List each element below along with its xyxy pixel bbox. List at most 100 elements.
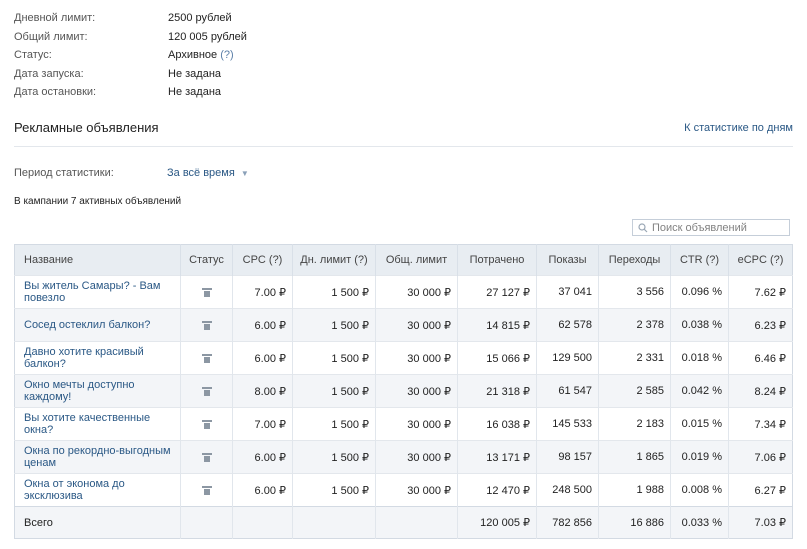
status-row: Статус: Архивное (?) [14,46,247,65]
empty-cell [375,506,458,539]
search-icon [636,221,650,235]
spent-cell: 21 318 ₽ [457,374,537,408]
day-limit-cell: 1 500 ₽ [292,440,376,474]
column-header-total-limit[interactable]: Общ. лимит [375,244,458,276]
day-limit-cell: 1 500 ₽ [292,374,376,408]
ecpc-cell: 8.24 ₽ [728,374,793,408]
total-limit-cell: 30 000 ₽ [375,440,458,474]
total-limit-cell: 30 000 ₽ [375,407,458,441]
ctr-cell: 0.008 % [670,473,729,507]
total-impressions-cell: 782 856 [536,506,599,539]
ad-name-cell: Окна по рекордно-выгодным ценам [14,440,181,474]
ad-name-cell: Вы хотите качественные окна? [14,407,181,441]
column-header-cpc[interactable]: CPC (?) [232,244,293,276]
campaign-info: Дневной лимит: 2500 рублей Общий лимит: … [14,9,247,102]
spent-cell: 14 815 ₽ [457,308,537,342]
launch-date-label: Дата запуска: [14,67,84,80]
trash-icon[interactable] [201,353,212,363]
ads-table: Название Статус CPC (?) Дн. лимит (?) Об… [14,244,793,539]
ecpc-cell: 6.27 ₽ [728,473,793,507]
cpc-cell: 7.00 ₽ [232,275,293,309]
table-header-row: Название Статус CPC (?) Дн. лимит (?) Об… [14,244,793,276]
section-title: Рекламные объявления [14,120,159,135]
daily-stats-link[interactable]: К статистике по дням [684,122,793,134]
cpc-cell: 7.00 ₽ [232,407,293,441]
ecpc-cell: 7.06 ₽ [728,440,793,474]
trash-icon[interactable] [201,485,212,495]
clicks-cell: 2 183 [598,407,671,441]
clicks-cell: 3 556 [598,275,671,309]
status-cell [180,440,233,474]
table-row: Окно мечты доступно каждому! 8.00 ₽ 1 50… [14,374,793,408]
impressions-cell: 62 578 [536,308,599,342]
total-label-cell: Всего [14,506,181,539]
clicks-cell: 1 988 [598,473,671,507]
ad-name-link[interactable]: Окно мечты доступно каждому! [24,379,135,403]
clicks-cell: 1 865 [598,440,671,474]
column-header-status[interactable]: Статус [180,244,233,276]
empty-cell [232,506,293,539]
ad-name-cell: Окно мечты доступно каждому! [14,374,181,408]
total-limit-cell: 30 000 ₽ [375,275,458,309]
trash-icon[interactable] [201,287,212,297]
total-limit-value: 120 005 рублей [168,30,247,43]
column-header-day-limit[interactable]: Дн. лимит (?) [292,244,376,276]
ad-name-cell: Окна от эконома до эксклюзива [14,473,181,507]
ad-name-link[interactable]: Окна от эконома до эксклюзива [24,478,125,502]
table-total-row: Всего 120 005 ₽ 782 856 16 886 0.033 % 7… [14,506,793,539]
cpc-cell: 8.00 ₽ [232,374,293,408]
ad-name-cell: Вы житель Самары? - Вам повезло [14,275,181,309]
spent-cell: 13 171 ₽ [457,440,537,474]
ecpc-cell: 7.62 ₽ [728,275,793,309]
total-limit-cell: 30 000 ₽ [375,374,458,408]
ad-name-link[interactable]: Сосед остеклил балкон? [24,319,150,331]
ad-name-link[interactable]: Вы житель Самары? - Вам повезло [24,280,160,304]
table-row: Вы хотите качественные окна? 7.00 ₽ 1 50… [14,407,793,441]
day-limit-cell: 1 500 ₽ [292,473,376,507]
spent-cell: 27 127 ₽ [457,275,537,309]
ad-name-cell: Давно хотите красивый балкон? [14,341,181,375]
column-header-impressions[interactable]: Показы [536,244,599,276]
clicks-cell: 2 585 [598,374,671,408]
ad-name-link[interactable]: Давно хотите красивый балкон? [24,346,144,370]
daily-limit-row: Дневной лимит: 2500 рублей [14,9,247,28]
impressions-cell: 98 157 [536,440,599,474]
launch-date-row: Дата запуска: Не задана [14,65,247,84]
column-header-ecpc[interactable]: eCPC (?) [728,244,793,276]
total-clicks-cell: 16 886 [598,506,671,539]
status-cell [180,275,233,309]
spent-cell: 16 038 ₽ [457,407,537,441]
clicks-cell: 2 331 [598,341,671,375]
column-header-clicks[interactable]: Переходы [598,244,671,276]
period-value: За всё время [167,167,235,179]
impressions-cell: 248 500 [536,473,599,507]
status-text: Архивное [168,49,218,62]
column-header-ctr[interactable]: CTR (?) [670,244,729,276]
trash-icon[interactable] [201,320,212,330]
period-selector-row: Период статистики: За всё время ▼ [14,167,249,179]
period-dropdown[interactable]: За всё время ▼ [167,167,249,179]
ctr-cell: 0.096 % [670,275,729,309]
status-cell [180,341,233,375]
ecpc-cell: 7.34 ₽ [728,407,793,441]
ad-name-link[interactable]: Вы хотите качественные окна? [24,412,150,436]
period-label: Период статистики: [14,167,114,179]
impressions-cell: 145 533 [536,407,599,441]
search-input[interactable] [650,221,784,234]
total-limit-row: Общий лимит: 120 005 рублей [14,28,247,47]
table-row: Сосед остеклил балкон? 6.00 ₽ 1 500 ₽ 30… [14,308,793,342]
status-help-link[interactable]: (?) [220,49,233,61]
ecpc-cell: 6.23 ₽ [728,308,793,342]
column-header-spent[interactable]: Потрачено [457,244,537,276]
table-row: Вы житель Самары? - Вам повезло 7.00 ₽ 1… [14,275,793,309]
trash-icon[interactable] [201,386,212,396]
ad-name-link[interactable]: Окна по рекордно-выгодным ценам [24,445,171,469]
column-header-name[interactable]: Название [14,244,181,276]
ctr-cell: 0.019 % [670,440,729,474]
trash-icon[interactable] [201,419,212,429]
impressions-cell: 129 500 [536,341,599,375]
trash-icon[interactable] [201,452,212,462]
status-cell [180,407,233,441]
caret-down-icon: ▼ [240,168,249,178]
ctr-cell: 0.018 % [670,341,729,375]
